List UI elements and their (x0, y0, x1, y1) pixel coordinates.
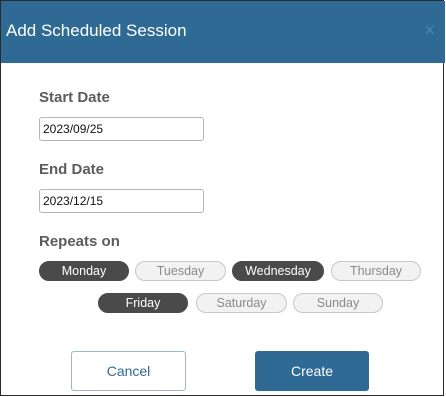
repeats-on-label: Repeats on (39, 233, 120, 250)
start-date-input[interactable] (39, 117, 204, 141)
day-toggle-sunday[interactable]: Sunday (293, 293, 383, 313)
create-button[interactable]: Create (255, 351, 369, 391)
end-date-input[interactable] (39, 189, 204, 213)
close-icon[interactable]: × (424, 21, 435, 39)
day-toggle-thursday[interactable]: Thursday (331, 261, 421, 281)
day-toggle-monday[interactable]: Monday (39, 261, 129, 281)
dialog-title: Add Scheduled Session (6, 21, 187, 40)
add-scheduled-session-dialog: Add Scheduled Session × Start Date End D… (0, 0, 445, 396)
day-toggle-tuesday[interactable]: Tuesday (135, 261, 226, 281)
day-toggle-saturday[interactable]: Saturday (196, 293, 287, 313)
day-toggle-friday[interactable]: Friday (98, 293, 188, 313)
day-toggle-wednesday[interactable]: Wednesday (232, 261, 324, 281)
start-date-label: Start Date (39, 89, 110, 106)
end-date-label: End Date (39, 161, 105, 178)
dialog-header: Add Scheduled Session × (1, 1, 445, 63)
cancel-button[interactable]: Cancel (71, 351, 186, 391)
